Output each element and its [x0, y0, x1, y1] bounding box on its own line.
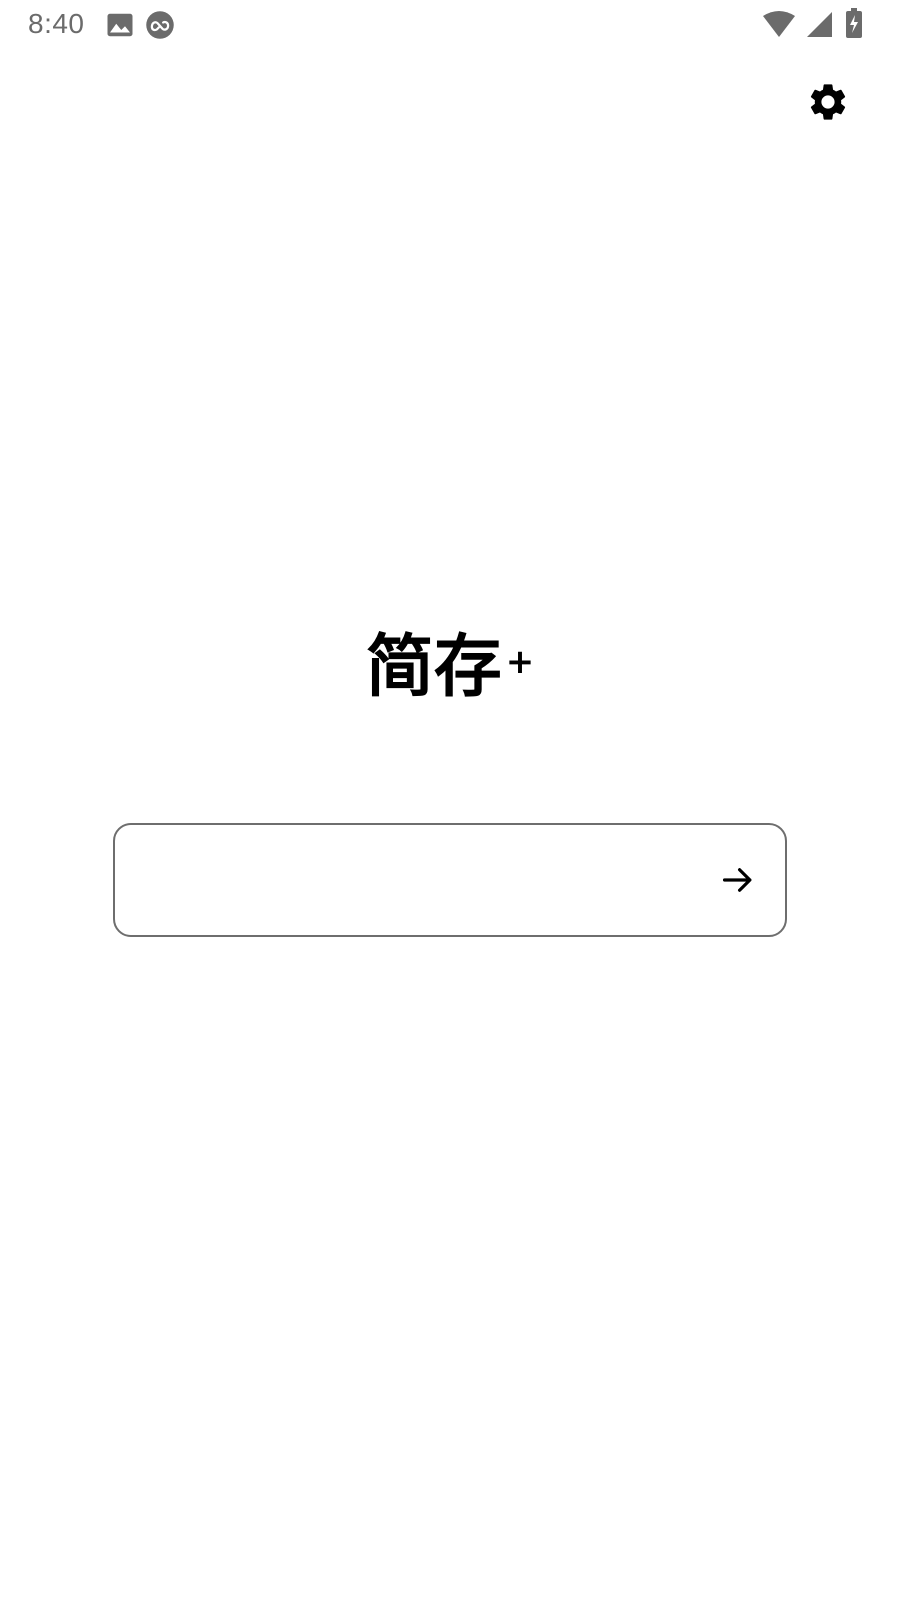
gear-icon — [810, 84, 846, 120]
status-bar: 8:40 — [0, 0, 900, 50]
app-title-superscript: + — [505, 642, 535, 682]
app-screen: 8:40 简存 + — [0, 0, 900, 1600]
submit-button[interactable] — [713, 855, 763, 905]
app-title-text: 简存 — [365, 628, 502, 707]
input-container — [113, 823, 787, 937]
gallery-icon — [107, 13, 133, 37]
app-title: 简存 + — [0, 628, 900, 708]
battery-charging-icon — [846, 8, 862, 38]
main-input[interactable] — [139, 849, 703, 913]
wifi-icon — [763, 11, 795, 37]
status-time: 8:40 — [28, 8, 85, 39]
arrow-right-icon — [722, 868, 752, 892]
sync-icon — [146, 11, 174, 39]
signal-icon — [807, 12, 832, 37]
settings-button[interactable] — [804, 78, 852, 126]
